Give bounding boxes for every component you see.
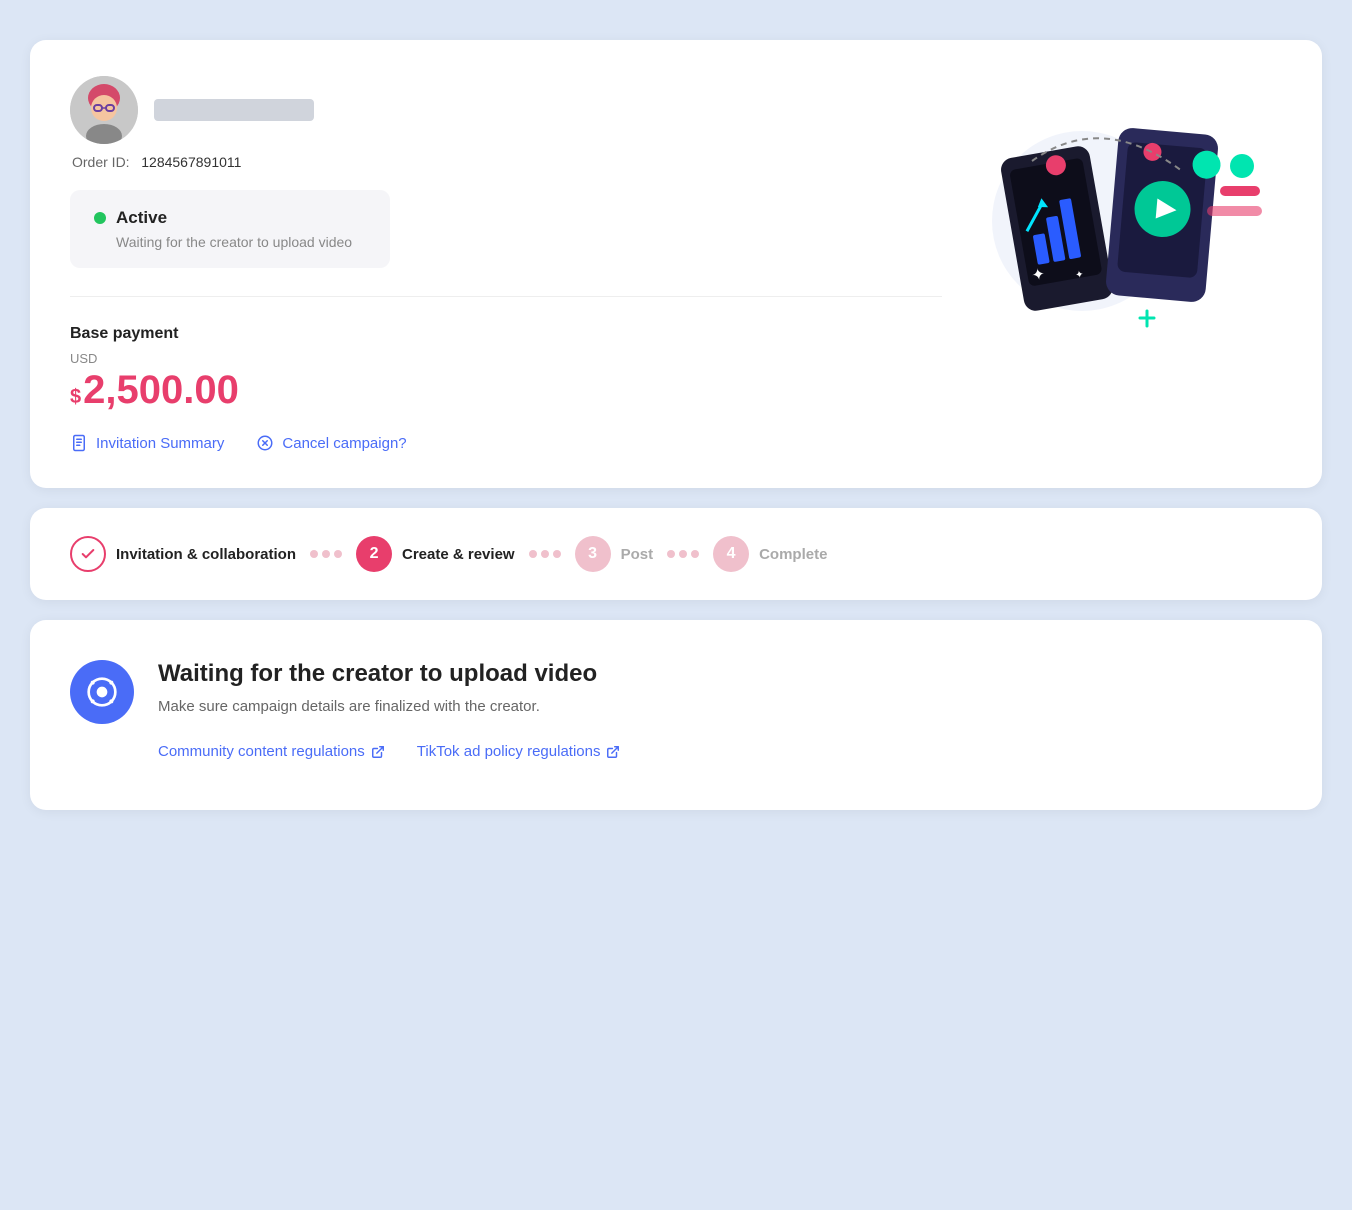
cancel-campaign-label: Cancel campaign?	[282, 435, 406, 452]
step-1: Invitation & collaboration	[70, 536, 296, 572]
avatar	[70, 76, 138, 144]
dollar-sign: $	[70, 386, 81, 409]
name-bar	[154, 99, 314, 121]
cancel-campaign-link[interactable]: Cancel campaign?	[256, 434, 406, 452]
step-3: 3 Post	[575, 536, 654, 572]
step-dots-3	[667, 550, 699, 558]
film-icon	[86, 676, 118, 708]
step-3-label: Post	[621, 546, 654, 563]
step-1-label: Invitation & collaboration	[116, 546, 296, 563]
order-id-row: Order ID: 1284567891011	[72, 154, 942, 170]
tiktok-link[interactable]: TikTok ad policy regulations	[417, 743, 621, 760]
step-4: 4 Complete	[713, 536, 827, 572]
upload-content: Waiting for the creator to upload video …	[158, 660, 620, 760]
order-id-value: 1284567891011	[141, 154, 241, 170]
step-3-icon: 3	[575, 536, 611, 572]
invitation-summary-label: Invitation Summary	[96, 435, 224, 452]
step-dots-1	[310, 550, 342, 558]
action-links: Invitation Summary Cancel campaign?	[70, 434, 942, 452]
status-dot	[94, 212, 106, 224]
step-4-icon: 4	[713, 536, 749, 572]
status-box: Active Waiting for the creator to upload…	[70, 190, 390, 268]
payment-section: Base payment USD $ 2,500.00	[70, 325, 942, 410]
bottom-card: Waiting for the creator to upload video …	[30, 620, 1322, 810]
community-link[interactable]: Community content regulations	[158, 743, 385, 760]
step-4-label: Complete	[759, 546, 827, 563]
currency-label: USD	[70, 351, 942, 366]
document-icon	[70, 434, 88, 452]
external-link-icon-2	[606, 745, 620, 759]
upload-desc: Make sure campaign details are finalized…	[158, 698, 620, 715]
status-title: Active	[116, 208, 167, 228]
upload-title: Waiting for the creator to upload video	[158, 660, 620, 688]
step-dots-2	[529, 550, 561, 558]
status-subtitle: Waiting for the creator to upload video	[116, 234, 366, 250]
step-2: 2 Create & review	[356, 536, 515, 572]
payment-label: Base payment	[70, 325, 942, 343]
steps-card: Invitation & collaboration 2 Create & re…	[30, 508, 1322, 600]
illustration: ✦ ✦	[942, 76, 1282, 356]
community-link-text: Community content regulations	[158, 743, 365, 760]
step-2-label: Create & review	[402, 546, 515, 563]
status-header: Active	[94, 208, 366, 228]
regulation-links: Community content regulations TikTok ad …	[158, 743, 620, 760]
divider	[70, 296, 942, 297]
profile-row	[70, 76, 942, 144]
cancel-icon	[256, 434, 274, 452]
invitation-summary-link[interactable]: Invitation Summary	[70, 434, 224, 452]
payment-amount: $ 2,500.00	[70, 370, 942, 410]
top-card: Order ID: 1284567891011 Active Waiting f…	[30, 40, 1322, 488]
tiktok-link-text: TikTok ad policy regulations	[417, 743, 601, 760]
step-1-icon	[70, 536, 106, 572]
left-section: Order ID: 1284567891011 Active Waiting f…	[70, 76, 942, 452]
step-2-icon: 2	[356, 536, 392, 572]
upload-icon-circle	[70, 660, 134, 724]
order-id-label: Order ID:	[72, 154, 130, 170]
upload-section: Waiting for the creator to upload video …	[70, 660, 1282, 760]
external-link-icon	[371, 745, 385, 759]
amount-value: 2,500.00	[83, 370, 239, 410]
